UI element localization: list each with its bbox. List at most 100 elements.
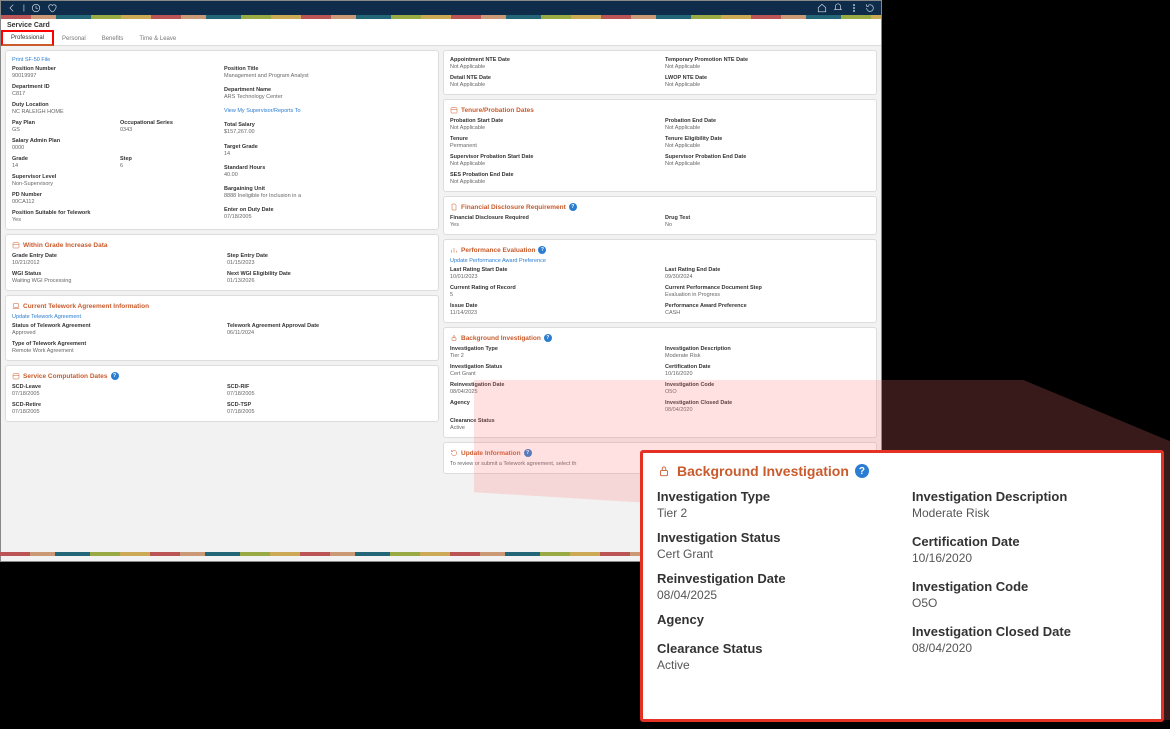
val-total-salary: $157,267.00	[224, 129, 432, 135]
lbl-eod-date: Enter on Duty Date	[224, 207, 432, 213]
scd-title: Service Computation Dates	[23, 373, 108, 380]
val-appt-nte: Not Applicable	[450, 64, 655, 70]
lbl-co-cert: Certification Date	[912, 534, 1147, 549]
view-supervisor-link[interactable]: View My Supervisor/Reports To	[224, 108, 432, 114]
tenure-title: Tenure/Probation Dates	[461, 107, 534, 114]
lbl-tele-type: Type of Telework Agreement	[12, 341, 217, 347]
clock-icon[interactable]	[31, 3, 41, 13]
val-co-itype: Tier 2	[657, 506, 892, 520]
tab-benefits[interactable]: Benefits	[94, 33, 132, 45]
val-detail-nte: Not Applicable	[450, 82, 655, 88]
tabs-row: Professional Personal Benefits Time & Le…	[1, 31, 881, 46]
lbl-co-itype: Investigation Type	[657, 489, 892, 504]
update-perf-link[interactable]: Update Performance Award Preference	[450, 258, 870, 264]
val-pd-number: 00CA112	[12, 199, 112, 205]
lbl-scd-rif: SCD-RIF	[227, 384, 432, 390]
refresh-icon[interactable]	[865, 3, 875, 13]
val-co-idesc: Moderate Risk	[912, 506, 1147, 520]
val-lwop-nte: Not Applicable	[665, 82, 870, 88]
lbl-scd-tsp: SCD-TSP	[227, 402, 432, 408]
lbl-step: Step	[120, 156, 220, 162]
bell-icon[interactable]	[833, 3, 843, 13]
card-header-telework: Current Telework Agreement Information	[12, 302, 432, 310]
telework-title: Current Telework Agreement Information	[23, 303, 149, 310]
update-telework-link[interactable]: Update Telework Agreement	[12, 314, 432, 320]
help-icon[interactable]: ?	[855, 464, 869, 478]
help-icon[interactable]: ?	[569, 203, 577, 211]
tab-professional[interactable]: Professional	[1, 30, 54, 46]
val-eod-date: 07/18/2005	[224, 214, 432, 220]
lbl-target-grade: Target Grade	[224, 144, 432, 150]
lbl-duty-loc: Duty Location	[12, 102, 112, 108]
val-wgi-status: Waiting WGI Processing	[12, 278, 217, 284]
val-sed: 01/15/2023	[227, 260, 432, 266]
lbl-idesc: Investigation Description	[665, 346, 870, 352]
val-tele-app: 06/11/2024	[227, 330, 432, 336]
lbl-total-salary: Total Salary	[224, 122, 432, 128]
val-occ-series: 0343	[120, 127, 220, 133]
lbl-co-cls: Clearance Status	[657, 641, 892, 656]
lock-icon	[450, 334, 458, 342]
laptop-icon	[12, 302, 20, 310]
lbl-appt-nte: Appointment NTE Date	[450, 57, 655, 63]
help-icon[interactable]: ?	[538, 246, 546, 254]
lbl-istat: Investigation Status	[450, 364, 655, 370]
callout-background-investigation: Background Investigation ? Investigation…	[640, 450, 1164, 722]
lbl-occ-series: Occupational Series	[120, 120, 220, 126]
val-barg-unit: 8888 Ineligible for Inclusion in a	[224, 193, 432, 199]
val-drug: No	[665, 222, 870, 228]
menu-dots-icon[interactable]	[849, 3, 859, 13]
lbl-iss: Issue Date	[450, 303, 655, 309]
card-perf: Performance Evaluation ? Update Performa…	[443, 239, 877, 323]
lbl-tele-status: Status of Telework Agreement	[12, 323, 217, 329]
val-co-cert: 10/16/2020	[912, 551, 1147, 565]
lbl-pd-number: PD Number	[12, 192, 112, 198]
viewport: | Service Card Professional Personal Ben…	[0, 0, 1170, 729]
lbl-detail-nte: Detail NTE Date	[450, 75, 655, 81]
val-tp-nte: Not Applicable	[665, 64, 870, 70]
lbl-cert: Certification Date	[665, 364, 870, 370]
card-header-findisc: Financial Disclosure Requirement ?	[450, 203, 870, 211]
home-icon[interactable]	[817, 3, 827, 13]
card-profile: Print SF-50 File Position Number90019997…	[5, 50, 439, 230]
tab-time-leave[interactable]: Time & Leave	[131, 33, 184, 45]
lbl-ses-prob-end: SES Probation End Date	[450, 172, 655, 178]
lbl-itype: Investigation Type	[450, 346, 655, 352]
findisc-title: Financial Disclosure Requirement	[461, 204, 566, 211]
lbl-pos-title: Position Title	[224, 66, 432, 72]
val-tele-status: Approved	[12, 330, 217, 336]
card-header-perf: Performance Evaluation ?	[450, 246, 870, 254]
card-scd: Service Computation Dates ? SCD-Leave07/…	[5, 365, 439, 422]
lock-icon	[657, 464, 671, 478]
lbl-prob-start: Probation Start Date	[450, 118, 655, 124]
chart-icon	[450, 246, 458, 254]
help-icon[interactable]: ?	[544, 334, 552, 342]
lbl-lrsd: Last Rating Start Date	[450, 267, 655, 273]
lbl-position-number: Position Number	[12, 66, 112, 72]
val-duty-loc: NC RALEIGH HOME	[12, 109, 112, 115]
lbl-std-hours: Standard Hours	[224, 165, 432, 171]
lbl-ged: Grade Entry Date	[12, 253, 217, 259]
print-sf50-link[interactable]: Print SF-50 File	[12, 57, 432, 63]
heart-icon[interactable]	[47, 3, 57, 13]
lbl-sal-plan: Salary Admin Plan	[12, 138, 112, 144]
val-cert: 10/16/2020	[665, 371, 870, 377]
val-istat: Cert Grant	[450, 371, 655, 377]
lbl-cpds: Current Performance Document Step	[665, 285, 870, 291]
top-nav-bar: |	[1, 1, 881, 15]
val-co-icode: O5O	[912, 596, 1147, 610]
val-pap: CASH	[665, 310, 870, 316]
val-cpds: Evaluation in Progress	[665, 292, 870, 298]
page-title: Service Card	[1, 19, 881, 31]
lbl-prob-end: Probation End Date	[665, 118, 870, 124]
card-header-background: Background Investigation ?	[450, 334, 870, 342]
help-icon[interactable]: ?	[111, 372, 119, 380]
lbl-barg-unit: Bargaining Unit	[224, 186, 432, 192]
val-crr: 5	[450, 292, 655, 298]
val-sup-prob-end: Not Applicable	[665, 161, 870, 167]
calendar-icon	[12, 372, 20, 380]
back-icon[interactable]	[7, 3, 17, 13]
val-telework-suitable: Yes	[12, 217, 112, 223]
lbl-next-wgi: Next WGI Eligibility Date	[227, 271, 432, 277]
tab-personal[interactable]: Personal	[54, 33, 94, 45]
